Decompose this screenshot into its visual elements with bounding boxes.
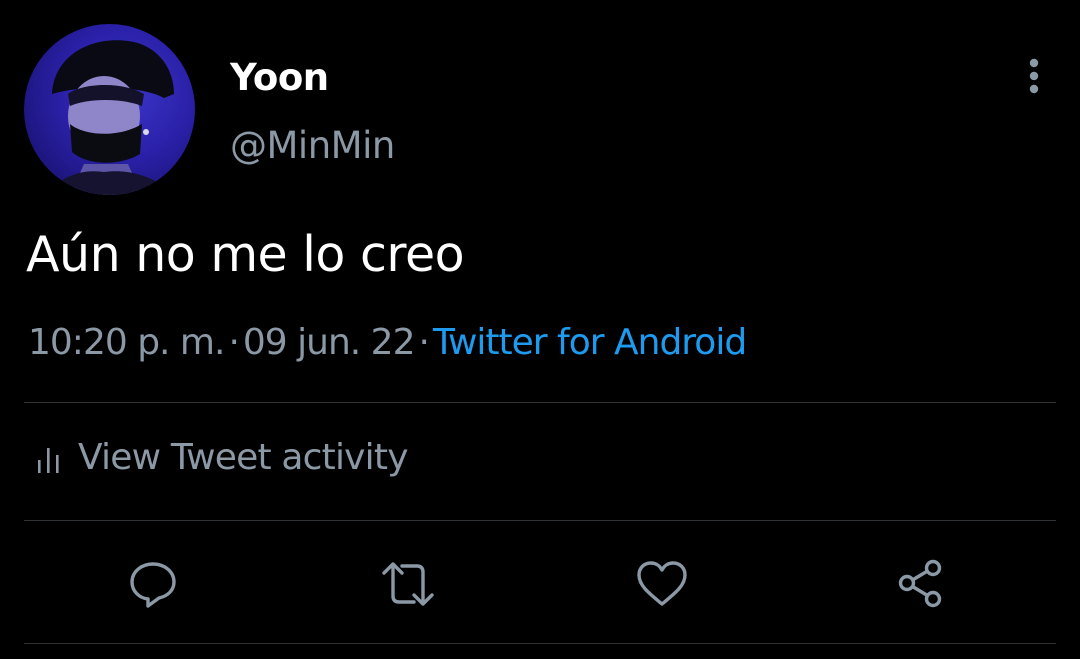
divider <box>24 643 1056 644</box>
author-name[interactable]: Yoon <box>230 56 329 99</box>
like-button[interactable] <box>634 556 690 612</box>
tweet-date[interactable]: 09 jun. 22 <box>243 322 416 363</box>
more-options-button[interactable] <box>1014 56 1054 96</box>
retweet-button[interactable] <box>380 556 436 612</box>
view-tweet-activity-label: View Tweet activity <box>78 437 409 478</box>
share-icon <box>898 559 942 608</box>
tweet-meta: 10:20 p. m. · 09 jun. 22 · Twitter for Andro… <box>28 322 747 363</box>
more-vertical-icon <box>1029 58 1039 94</box>
tweet-detail: Yoon @MinMin Aún no me lo creo 10:20 p. … <box>0 0 1080 659</box>
share-button[interactable] <box>893 556 949 612</box>
divider <box>24 520 1056 521</box>
heart-icon <box>637 561 687 606</box>
divider <box>24 402 1056 403</box>
bar-chart-icon <box>38 447 59 473</box>
tweet-time[interactable]: 10:20 p. m. <box>28 322 225 363</box>
retweet-icon <box>382 562 434 606</box>
author-handle[interactable]: @MinMin <box>230 124 395 167</box>
meta-separator: · <box>418 322 430 363</box>
tweet-text: Aún no me lo creo <box>26 226 465 283</box>
meta-separator: · <box>228 322 239 363</box>
avatar-photo <box>44 40 174 195</box>
view-tweet-activity-link[interactable]: View Tweet activity <box>34 437 409 478</box>
reply-button[interactable] <box>125 556 181 612</box>
reply-icon <box>130 562 176 608</box>
tweet-source-link[interactable]: Twitter for Android <box>433 322 747 363</box>
avatar[interactable] <box>24 24 195 195</box>
